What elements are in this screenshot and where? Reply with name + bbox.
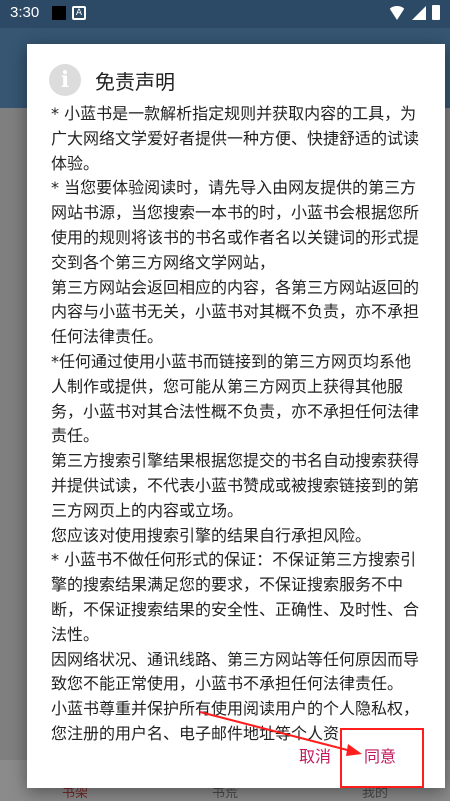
- disclaimer-paragraph: * 当您要体验阅读时，请先导入由网友提供的第三方网站书源，当您搜索一本书的时，小…: [51, 178, 420, 272]
- battery-icon: [432, 5, 440, 20]
- disclaimer-paragraph: 因网络状况、通讯线路、第三方网站等任何原因而导致您不能正常使用，小蓝书不承担任何…: [51, 649, 420, 694]
- annotation-highlight-box: [340, 728, 424, 788]
- wifi-icon: [388, 5, 406, 20]
- disclaimer-dialog: i 免责声明 * 小蓝书是一款解析指定规则并获取内容的工具，为广大网络文学爱好者…: [27, 44, 445, 788]
- dialog-title: 免责声明: [95, 69, 175, 94]
- disclaimer-paragraph: * 小蓝书是一款解析指定规则并获取内容的工具，为广大网络文学爱好者提供一种方便、…: [51, 104, 420, 173]
- disclaimer-paragraph: * 小蓝书不做任何形式的保证：不保证第三方搜索引擎的搜索结果满足您的要求，不保证…: [51, 550, 420, 644]
- status-indicators: [388, 5, 440, 20]
- cancel-button[interactable]: 取消: [299, 743, 331, 767]
- notification-a-icon: A: [72, 6, 86, 20]
- status-time: 3:30: [10, 4, 40, 21]
- disclaimer-paragraph: *任何通过使用小蓝书而链接到的第三方网页均系他人制作或提供，您可能从第三方网页上…: [51, 351, 420, 446]
- disclaimer-paragraph: 第三方网站会返回相应的内容，各第三方网站返回的内容与小蓝书无关，小蓝书对其概不负…: [51, 277, 420, 347]
- status-bar: 3:30 A: [0, 0, 450, 28]
- disclaimer-paragraph: 第三方搜索引擎结果根据您提交的书名自动搜索获得并提供试读，不代表小蓝书赞成或被搜…: [51, 451, 420, 520]
- notification-icon: [52, 6, 66, 20]
- disclaimer-paragraph: 您应该对使用搜索引擎的结果自行承担风险。: [51, 525, 372, 545]
- dialog-header: i 免责声明: [49, 60, 175, 100]
- signal-icon: [412, 5, 426, 20]
- dialog-body[interactable]: * 小蓝书是一款解析指定规则并获取内容的工具，为广大网络文学爱好者提供一种方便、…: [51, 102, 425, 764]
- info-icon: i: [49, 64, 81, 96]
